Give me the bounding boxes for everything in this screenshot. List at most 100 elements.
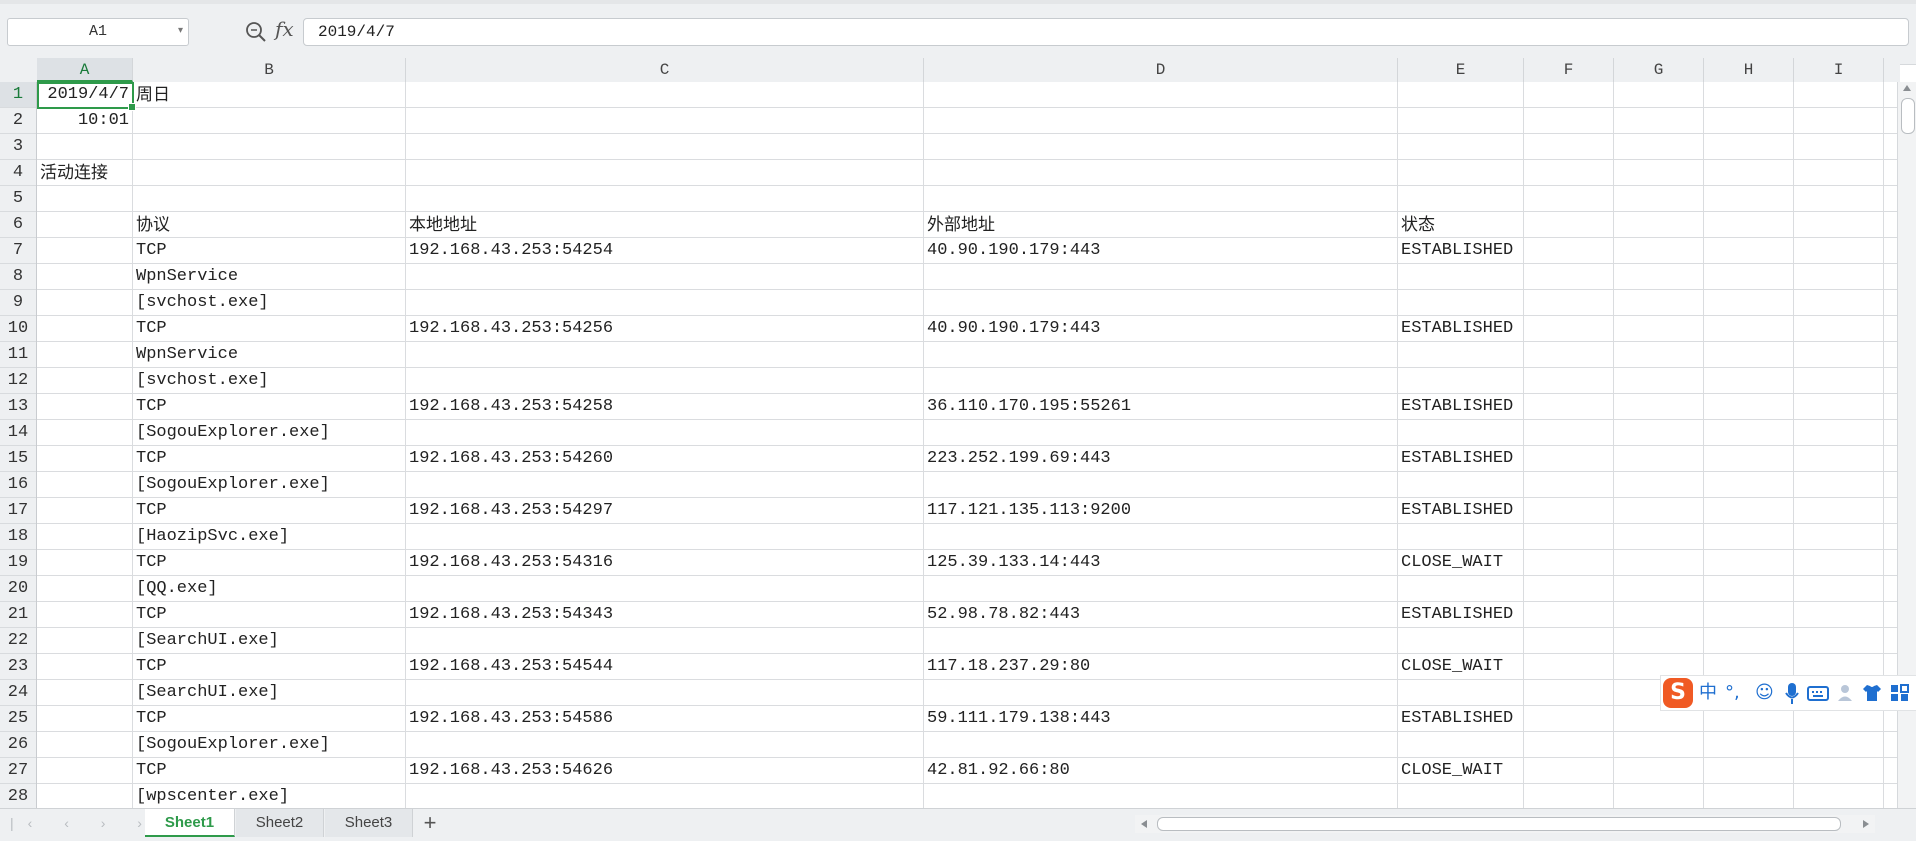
- cell-c17[interactable]: 192.168.43.253:54297: [406, 498, 924, 524]
- row-header-28[interactable]: 28: [0, 784, 36, 810]
- row-header-12[interactable]: 12: [0, 368, 36, 394]
- horizontal-scrollbar[interactable]: [1135, 815, 1875, 833]
- vertical-scroll-thumb[interactable]: [1901, 98, 1915, 134]
- cell-d7[interactable]: 40.90.190.179:443: [924, 238, 1398, 264]
- cell-c27[interactable]: 192.168.43.253:54626: [406, 758, 924, 784]
- row-header-2[interactable]: 2: [0, 108, 36, 134]
- cell-c19[interactable]: 192.168.43.253:54316: [406, 550, 924, 576]
- cell-b11[interactable]: WpnService: [133, 342, 406, 368]
- chevron-down-icon[interactable]: ▾: [178, 19, 183, 45]
- cell-b22[interactable]: [SearchUI.exe]: [133, 628, 406, 654]
- cell-b25[interactable]: TCP: [133, 706, 406, 732]
- punctuation-icon[interactable]: °,: [1725, 680, 1740, 706]
- cell-e19[interactable]: CLOSE_WAIT: [1398, 550, 1524, 576]
- cell-e27[interactable]: CLOSE_WAIT: [1398, 758, 1524, 784]
- chinese-mode-icon[interactable]: 中: [1699, 680, 1717, 706]
- column-header-d[interactable]: D: [924, 58, 1398, 82]
- sogou-logo-icon[interactable]: S: [1663, 678, 1693, 708]
- add-sheet-button[interactable]: +: [418, 809, 442, 837]
- cell-c6[interactable]: 本地地址: [406, 212, 924, 238]
- keyboard-icon[interactable]: [1807, 680, 1829, 706]
- row-header-19[interactable]: 19: [0, 550, 36, 576]
- cell-d27[interactable]: 42.81.92.66:80: [924, 758, 1398, 784]
- cell-d13[interactable]: 36.110.170.195:55261: [924, 394, 1398, 420]
- cell-d17[interactable]: 117.121.135.113:9200: [924, 498, 1398, 524]
- cell-b19[interactable]: TCP: [133, 550, 406, 576]
- row-header-17[interactable]: 17: [0, 498, 36, 524]
- mic-icon[interactable]: [1783, 680, 1801, 706]
- row-header-24[interactable]: 24: [0, 680, 36, 706]
- row-header-15[interactable]: 15: [0, 446, 36, 472]
- cell-e15[interactable]: ESTABLISHED: [1398, 446, 1524, 472]
- cell-b6[interactable]: 协议: [133, 212, 406, 238]
- column-header-a[interactable]: A: [37, 58, 133, 82]
- cell-b18[interactable]: [HaozipSvc.exe]: [133, 524, 406, 550]
- column-header-b[interactable]: B: [133, 58, 406, 82]
- user-icon[interactable]: [1835, 680, 1855, 706]
- row-header-5[interactable]: 5: [0, 186, 36, 212]
- column-header-e[interactable]: E: [1398, 58, 1524, 82]
- row-header-7[interactable]: 7: [0, 238, 36, 264]
- cell-b12[interactable]: [svchost.exe]: [133, 368, 406, 394]
- row-header-18[interactable]: 18: [0, 524, 36, 550]
- row-header-20[interactable]: 20: [0, 576, 36, 602]
- cell-a4[interactable]: 活动连接: [37, 160, 133, 186]
- cell-c15[interactable]: 192.168.43.253:54260: [406, 446, 924, 472]
- cell-b28[interactable]: [wpscenter.exe]: [133, 784, 406, 808]
- cell-e21[interactable]: ESTABLISHED: [1398, 602, 1524, 628]
- cell-d21[interactable]: 52.98.78.82:443: [924, 602, 1398, 628]
- row-header-21[interactable]: 21: [0, 602, 36, 628]
- row-header-22[interactable]: 22: [0, 628, 36, 654]
- cell-b27[interactable]: TCP: [133, 758, 406, 784]
- cell-c10[interactable]: 192.168.43.253:54256: [406, 316, 924, 342]
- cell-e25[interactable]: ESTABLISHED: [1398, 706, 1524, 732]
- row-header-1[interactable]: 1: [0, 82, 36, 108]
- cell-b16[interactable]: [SogouExplorer.exe]: [133, 472, 406, 498]
- ime-toolbar[interactable]: S 中 °, ☺: [1660, 675, 1916, 711]
- cell-c23[interactable]: 192.168.43.253:54544: [406, 654, 924, 680]
- row-header-26[interactable]: 26: [0, 732, 36, 758]
- column-header-c[interactable]: C: [406, 58, 924, 82]
- cell-b24[interactable]: [SearchUI.exe]: [133, 680, 406, 706]
- sheet-tab-1[interactable]: Sheet1: [145, 809, 235, 837]
- cell-d6[interactable]: 外部地址: [924, 212, 1398, 238]
- shirt-icon[interactable]: [1861, 680, 1883, 706]
- formula-input[interactable]: 2019/4/7: [303, 18, 1909, 46]
- row-header-4[interactable]: 4: [0, 160, 36, 186]
- row-header-6[interactable]: 6: [0, 212, 36, 238]
- grid-icon[interactable]: [1889, 680, 1911, 706]
- active-cell-outline[interactable]: [37, 82, 136, 111]
- row-header-11[interactable]: 11: [0, 342, 36, 368]
- row-header-16[interactable]: 16: [0, 472, 36, 498]
- column-header-g[interactable]: G: [1614, 58, 1704, 82]
- cell-c13[interactable]: 192.168.43.253:54258: [406, 394, 924, 420]
- cell-d15[interactable]: 223.252.199.69:443: [924, 446, 1398, 472]
- cell-e6[interactable]: 状态: [1398, 212, 1524, 238]
- cell-e7[interactable]: ESTABLISHED: [1398, 238, 1524, 264]
- cell-d23[interactable]: 117.18.237.29:80: [924, 654, 1398, 680]
- sheet-tab-3[interactable]: Sheet3: [325, 809, 413, 837]
- cell-b17[interactable]: TCP: [133, 498, 406, 524]
- row-header-8[interactable]: 8: [0, 264, 36, 290]
- row-header-3[interactable]: 3: [0, 134, 36, 160]
- row-header-27[interactable]: 27: [0, 758, 36, 784]
- cell-b21[interactable]: TCP: [133, 602, 406, 628]
- cell-b1[interactable]: 周日: [133, 82, 406, 108]
- sheet-tab-2[interactable]: Sheet2: [236, 809, 324, 837]
- horizontal-scroll-thumb[interactable]: [1157, 817, 1841, 831]
- cell-e10[interactable]: ESTABLISHED: [1398, 316, 1524, 342]
- row-header-9[interactable]: 9: [0, 290, 36, 316]
- name-box[interactable]: A1 ▾: [7, 18, 189, 46]
- spreadsheet-grid[interactable]: 2019/4/7 周日 10:01 活动连接 协议 本地地址 外部地址 状态 TCP 192.16…: [37, 82, 1897, 808]
- cell-a2[interactable]: 10:01: [37, 108, 133, 134]
- row-header-14[interactable]: 14: [0, 420, 36, 446]
- column-header-i[interactable]: I: [1794, 58, 1884, 82]
- cell-b10[interactable]: TCP: [133, 316, 406, 342]
- row-header-25[interactable]: 25: [0, 706, 36, 732]
- scroll-right-icon[interactable]: [1863, 820, 1869, 828]
- cell-e17[interactable]: ESTABLISHED: [1398, 498, 1524, 524]
- cell-b13[interactable]: TCP: [133, 394, 406, 420]
- zoom-icon[interactable]: [244, 20, 268, 44]
- cell-c7[interactable]: 192.168.43.253:54254: [406, 238, 924, 264]
- cell-b20[interactable]: [QQ.exe]: [133, 576, 406, 602]
